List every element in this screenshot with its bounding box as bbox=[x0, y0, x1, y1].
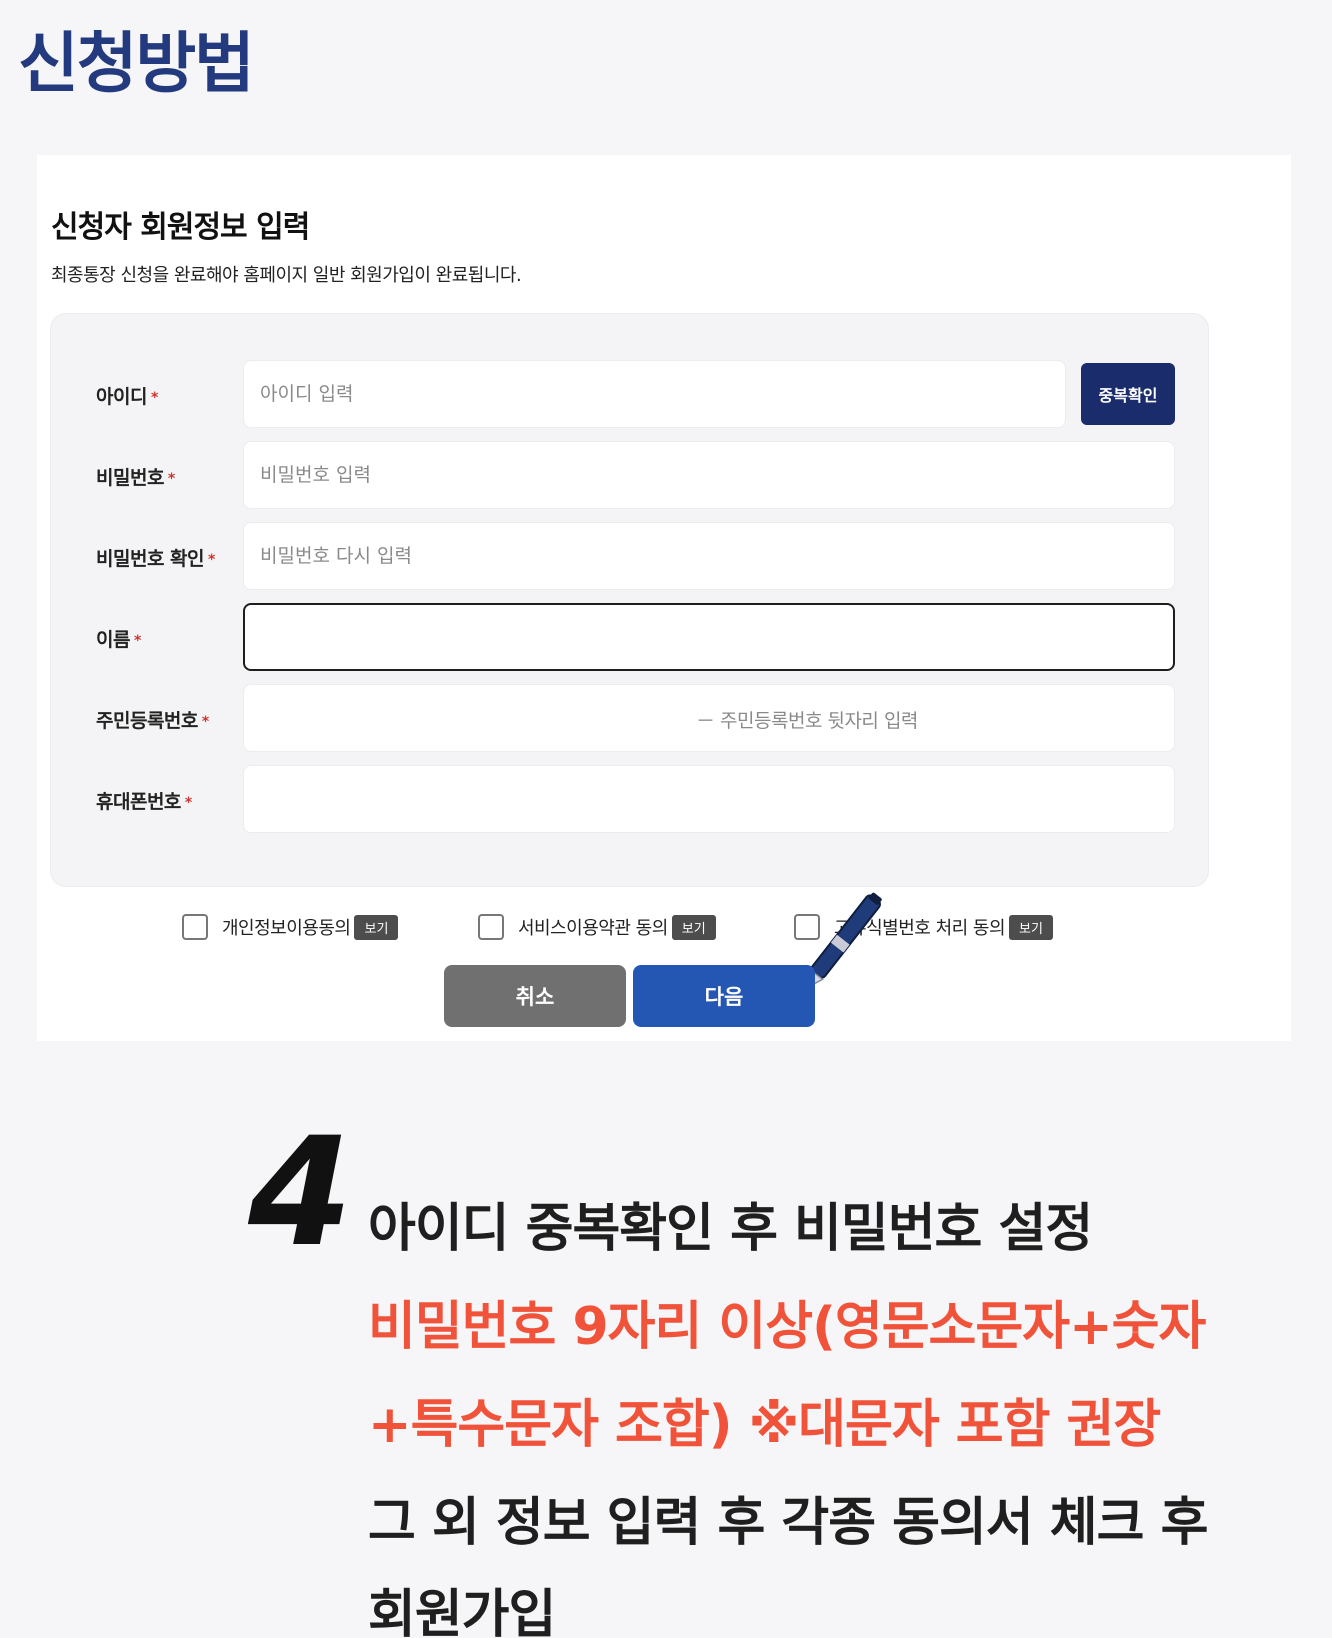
duplicate-check-button[interactable]: 중복확인 bbox=[1081, 363, 1175, 425]
field-label-id: 아이디 * bbox=[96, 386, 158, 408]
signup-form-card: 신청자 회원정보 입력 최종통장 신청을 완료해야 홈페이지 일반 회원가입이 … bbox=[37, 155, 1291, 1041]
terms-label: 서비스이용약관 동의 bbox=[518, 918, 668, 939]
unique-id-view-button[interactable]: 보기 bbox=[1009, 914, 1053, 940]
step-number: 4 bbox=[248, 1106, 353, 1280]
phone-input[interactable] bbox=[243, 765, 1175, 833]
field-label-phone: 휴대폰번호 * bbox=[96, 791, 192, 813]
field-row-name: 이름 * bbox=[51, 603, 1208, 671]
terms-view-button[interactable]: 보기 bbox=[671, 914, 716, 940]
privacy-view-button[interactable]: 보기 bbox=[354, 914, 399, 940]
step-line-3: +특수문자 조합) ※대문자 포함 권장 bbox=[368, 1395, 1161, 1455]
privacy-label: 개인정보이용동의 bbox=[222, 918, 351, 939]
field-row-password-confirm: 비밀번호 확인 * bbox=[51, 522, 1208, 590]
agreement-terms[interactable]: 서비스이용약관 동의 보기 bbox=[478, 907, 716, 947]
cancel-button[interactable]: 취소 bbox=[444, 965, 626, 1027]
privacy-checkbox[interactable] bbox=[182, 914, 208, 940]
password-confirm-input[interactable] bbox=[243, 522, 1175, 590]
field-row-id: 아이디* 중복확인 bbox=[51, 360, 1208, 428]
field-label-password-confirm: 비밀번호 확인 * bbox=[96, 548, 215, 570]
terms-checkbox[interactable] bbox=[478, 914, 504, 940]
field-row-password: 비밀번호 * bbox=[51, 441, 1208, 509]
form-title: 신청자 회원정보 입력 bbox=[51, 210, 310, 245]
step-line-5: 회원가입 bbox=[368, 1585, 556, 1638]
field-label-password: 비밀번호 * bbox=[96, 467, 175, 489]
next-button[interactable]: 다음 bbox=[633, 965, 815, 1027]
rrn-input[interactable] bbox=[243, 684, 1175, 752]
field-label-rrn: 주민등록번호 * bbox=[96, 710, 209, 732]
id-input[interactable] bbox=[243, 360, 1066, 428]
field-row-rrn: 주민등록번호 * － 주민등록번호 뒷자리 입력 bbox=[51, 684, 1208, 752]
password-input[interactable] bbox=[243, 441, 1175, 509]
step-line-2: 비밀번호 9자리 이상(영문소문자+숫자 bbox=[368, 1297, 1206, 1357]
form-subtitle: 최종통장 신청을 완료해야 홈페이지 일반 회원가입이 완료됩니다. bbox=[51, 265, 522, 286]
field-row-phone: 휴대폰번호 * bbox=[51, 765, 1208, 833]
step-line-1: 아이디 중복확인 후 비밀번호 설정 bbox=[368, 1199, 1093, 1259]
agreement-privacy[interactable]: 개인정보이용동의 보기 bbox=[182, 907, 399, 947]
field-label-name: 이름 * bbox=[96, 629, 141, 651]
form-panel: 아이디* 중복확인 비밀번호* 비밀번호 확인* 이름* 주민등록번호* － 주… bbox=[50, 313, 1209, 887]
page-title: 신청방법 bbox=[18, 25, 255, 102]
step-line-4: 그 외 정보 입력 후 각종 동의서 체크 후 bbox=[368, 1493, 1208, 1553]
name-input[interactable] bbox=[243, 603, 1175, 671]
